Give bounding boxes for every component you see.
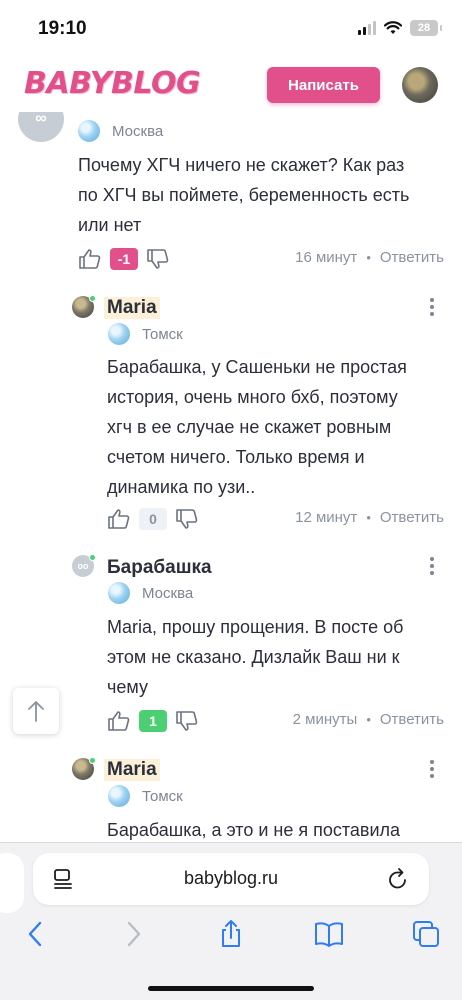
globe-icon [108, 582, 130, 604]
battery-icon: 28 [410, 20, 442, 36]
vote-score: 1 [139, 710, 167, 732]
thumbs-up-icon[interactable] [78, 247, 102, 271]
status-time: 19:10 [38, 18, 87, 39]
scroll-to-top-button[interactable] [13, 688, 59, 734]
browser-toolbar [0, 919, 462, 959]
previous-tab-edge[interactable] [0, 853, 24, 913]
comment-text: Барабашка, а это и не я поставила [107, 820, 401, 840]
comment-meta: 16 минут • Ответить [295, 249, 444, 266]
globe-icon [78, 120, 100, 142]
home-indicator [148, 986, 314, 991]
online-indicator [89, 554, 96, 561]
vote-score: -1 [110, 248, 138, 270]
more-options-icon[interactable] [429, 557, 435, 575]
chevron-right-icon [127, 921, 141, 947]
browser-bottom-bar: babyblog.ru [0, 842, 462, 1000]
comment-city-row: Москва [108, 582, 193, 604]
site-header: BABYBLOG Написать [0, 58, 462, 112]
reply-link[interactable]: Ответить [380, 509, 444, 526]
tabs-icon [413, 921, 439, 947]
status-bar: 19:10 28 [0, 0, 462, 58]
comment-city-row: Томск [108, 785, 183, 807]
comment-city-row: Томск [108, 323, 183, 345]
online-indicator [89, 757, 96, 764]
back-button[interactable] [20, 919, 50, 949]
comment-author[interactable]: Барабашка [107, 557, 212, 579]
tabs-button[interactable] [411, 919, 441, 949]
online-indicator [89, 295, 96, 302]
comment-text: Барабашка, у Сашеньки не простая история… [107, 357, 407, 497]
user-avatar[interactable] [402, 67, 438, 103]
address-bar[interactable]: babyblog.ru [33, 853, 429, 905]
comment-meta: 2 минуты • Ответить [292, 711, 444, 728]
thumbs-up-icon[interactable] [107, 709, 131, 733]
globe-icon [108, 785, 130, 807]
comment-text: Почему ХГЧ ничего не скажет? Как раз по … [78, 155, 410, 235]
more-options-icon[interactable] [429, 298, 435, 316]
comment-author[interactable]: Maria [104, 759, 160, 781]
comment-meta: 12 минут • Ответить [295, 509, 444, 526]
arrow-up-icon [28, 701, 44, 722]
thumbs-up-icon[interactable] [107, 507, 131, 531]
reply-link[interactable]: Ответить [380, 711, 444, 728]
wifi-icon [384, 21, 402, 34]
book-icon [315, 922, 343, 947]
thumbs-down-icon[interactable] [146, 247, 170, 271]
bookmarks-button[interactable] [314, 919, 344, 949]
comment-time: 12 минут [295, 509, 358, 526]
reload-icon[interactable] [387, 867, 409, 891]
forward-button[interactable] [119, 919, 149, 949]
comment-votes: -1 [78, 246, 170, 272]
comment-votes: 0 [107, 506, 199, 532]
comment-city: Томск [142, 325, 183, 343]
comment-city: Москва [112, 122, 164, 140]
comment-city: Томск [142, 787, 183, 805]
write-post-button[interactable]: Написать [267, 67, 380, 103]
globe-icon [108, 323, 130, 345]
comment-city-row: Москва [78, 120, 163, 142]
comment-time: 16 минут [295, 249, 358, 266]
more-options-icon[interactable] [429, 760, 435, 778]
cellular-signal-icon [358, 21, 376, 35]
comment-avatar[interactable]: ∞ [18, 112, 64, 142]
thumbs-down-icon[interactable] [175, 709, 199, 733]
share-button[interactable] [216, 919, 246, 949]
comment-text: Maria, прошу прощения. В посте об этом н… [107, 617, 404, 697]
reply-link[interactable]: Ответить [380, 249, 444, 266]
vote-score: 0 [139, 508, 167, 530]
comment-city: Москва [142, 584, 194, 602]
status-icons: 28 [358, 20, 442, 36]
comment-time: 2 минуты [292, 711, 358, 728]
url-text[interactable]: babyblog.ru [33, 868, 429, 889]
comments-feed: ∞ Москва Почему ХГЧ ничего не скажет? Ка… [0, 112, 462, 842]
comment-author[interactable]: Maria [104, 297, 160, 319]
babyblog-logo[interactable]: BABYBLOG [24, 66, 201, 101]
chevron-left-icon [28, 921, 42, 947]
share-icon [222, 920, 240, 947]
comment-votes: 1 [107, 708, 199, 734]
thumbs-down-icon[interactable] [175, 507, 199, 531]
